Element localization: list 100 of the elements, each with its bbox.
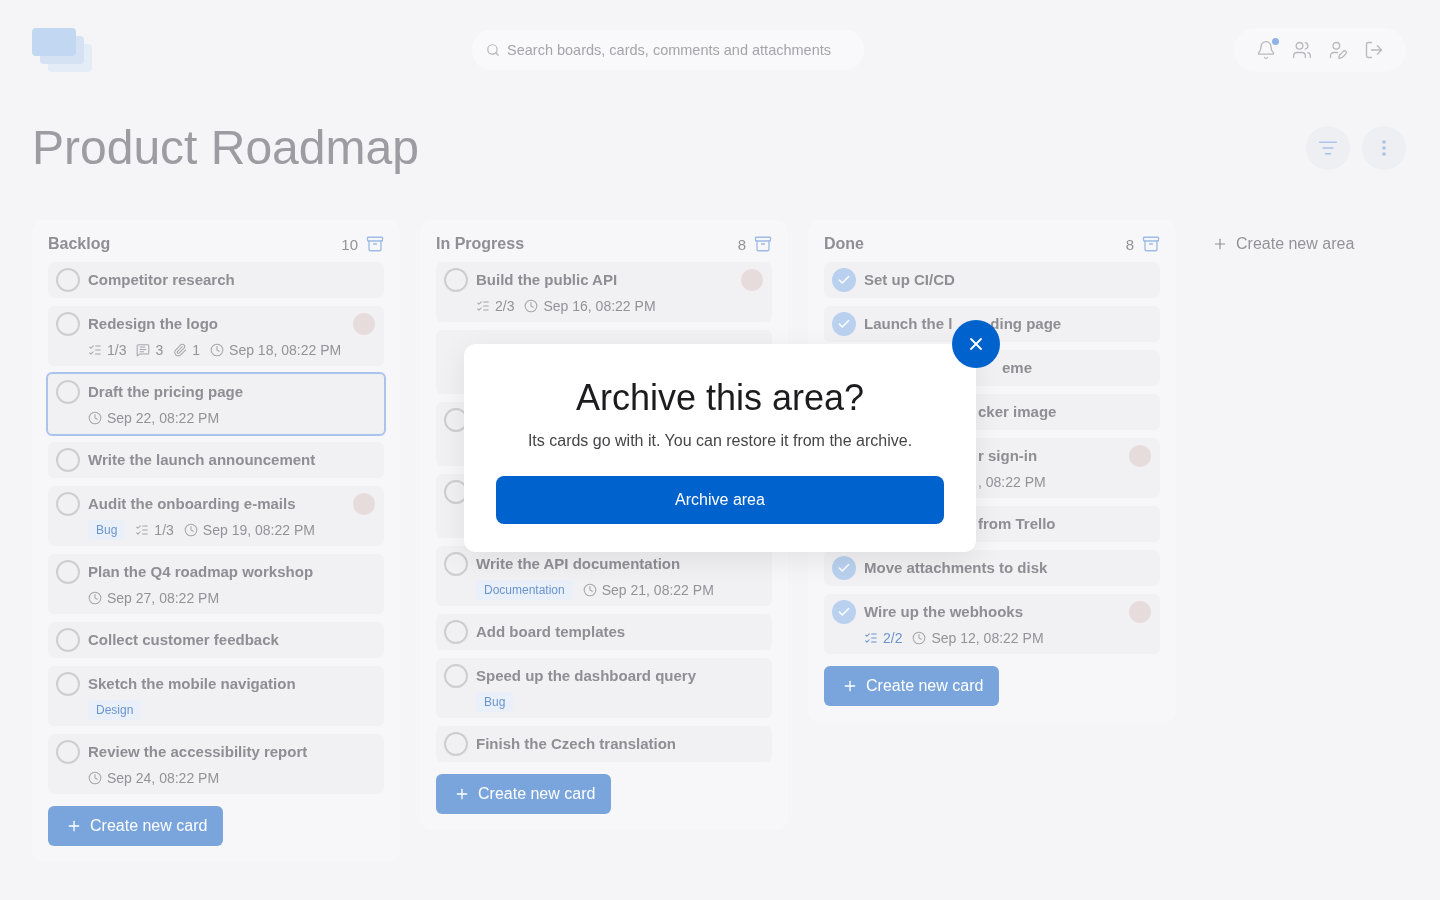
checkbox[interactable] — [832, 312, 856, 336]
search-field[interactable]: Search boards, cards, comments and attachments — [472, 30, 864, 70]
card-title: Set up CI/CD — [864, 270, 955, 290]
task-card[interactable]: Redesign the logo 1/3 3 1 Sep 18, 08:22 PM — [48, 306, 384, 366]
clock-icon — [88, 771, 102, 785]
card-title: Write the launch announcement — [88, 450, 316, 470]
filter-button[interactable] — [1306, 126, 1350, 170]
card-label: Documentation — [476, 580, 573, 600]
check-icon — [837, 561, 851, 575]
checkbox[interactable] — [56, 380, 80, 404]
comment-count: 3 — [155, 341, 164, 360]
task-card[interactable]: Finish the Czech translation — [436, 726, 772, 762]
archive-icon[interactable] — [754, 235, 772, 253]
task-card[interactable]: Audit the onboarding e-mails Bug 1/3 Sep 19, 08:22 PM — [48, 486, 384, 546]
card-title: Review the accessibility report — [88, 742, 308, 762]
checkbox[interactable] — [56, 268, 80, 292]
task-card[interactable]: Write the launch announcement — [48, 442, 384, 478]
card-title: cker image — [978, 402, 1057, 422]
card-title: from Trello — [978, 514, 1056, 534]
task-card[interactable]: Speed up the dashboard query Bug — [436, 658, 772, 718]
card-title: Collect customer feedback — [88, 630, 279, 650]
clock-icon — [582, 583, 597, 597]
plus-icon — [454, 786, 470, 802]
plus-icon — [842, 678, 858, 694]
checkbox[interactable] — [444, 664, 468, 688]
search-input[interactable]: Search boards, cards, comments and attachments — [507, 39, 852, 61]
due-date: Sep 24, 08:22 PM — [107, 769, 220, 788]
due-date: Sep 12, 08:22 PM — [931, 629, 1044, 648]
archive-button[interactable]: Archive area — [496, 476, 944, 524]
user-pen-icon[interactable] — [1328, 40, 1348, 60]
card-title: r sign-in — [978, 446, 1038, 466]
checkbox[interactable] — [832, 556, 856, 580]
checkbox[interactable] — [444, 620, 468, 644]
clock-icon — [912, 631, 927, 645]
checkbox[interactable] — [444, 268, 468, 292]
checkbox[interactable] — [56, 448, 80, 472]
task-card[interactable]: Move attachments to disk — [824, 550, 1160, 586]
checklist-progress: 1/3 — [107, 341, 127, 360]
checkbox[interactable] — [56, 312, 80, 336]
task-card[interactable]: Collect customer feedback — [48, 622, 384, 658]
task-card[interactable]: Set up CI/CD — [824, 262, 1160, 298]
card-title: ding page — [990, 314, 1062, 334]
filter-icon — [1318, 138, 1338, 158]
task-card[interactable]: Launch the l ding page — [824, 306, 1160, 342]
task-card[interactable]: Plan the Q4 roadmap workshop Sep 27, 08:22 PM — [48, 554, 384, 614]
task-card[interactable]: Sketch the mobile navigation Design — [48, 666, 384, 726]
clock-icon — [183, 523, 198, 537]
card-label: Design — [88, 700, 142, 720]
card-title: eme — [1002, 358, 1033, 378]
archive-icon[interactable] — [1142, 235, 1160, 253]
clock-icon — [88, 591, 102, 605]
more-button[interactable] — [1362, 126, 1406, 170]
checklist-icon — [864, 631, 878, 645]
comment-icon — [136, 343, 151, 357]
checkbox[interactable] — [56, 560, 80, 584]
checkbox[interactable] — [56, 740, 80, 764]
create-card-button[interactable]: Create new card — [436, 774, 612, 814]
column-title: Done — [824, 235, 864, 253]
users-icon[interactable] — [1292, 40, 1312, 60]
create-card-button[interactable]: Create new card — [48, 806, 224, 846]
checklist-icon — [135, 523, 150, 537]
create-card-button[interactable]: Create new card — [824, 666, 1000, 706]
checklist-icon — [476, 299, 490, 313]
task-card[interactable]: Write the API documentation Documentation Sep 21, 08:22 PM — [436, 546, 772, 606]
checkbox[interactable] — [56, 492, 80, 516]
checkbox[interactable] — [444, 552, 468, 576]
due-date: Sep 16, 08:22 PM — [543, 297, 656, 316]
task-card[interactable]: Draft the pricing page Sep 22, 08:22 PM — [46, 372, 386, 436]
task-card[interactable]: Add board templates — [436, 614, 772, 650]
card-title: Competitor research — [88, 270, 235, 290]
due-date: Sep 27, 08:22 PM — [107, 589, 220, 608]
due-date: Sep 22, 08:22 PM — [107, 409, 220, 428]
search-icon — [486, 43, 500, 57]
checklist-progress: 1/3 — [154, 521, 174, 540]
bell-icon[interactable] — [1256, 40, 1276, 60]
paperclip-icon — [173, 343, 188, 357]
create-area-button[interactable]: Create new area — [1212, 232, 1355, 256]
task-card[interactable]: Wire up the webhooks 2/2 Sep 12, 08:22 PM — [824, 594, 1160, 654]
task-card[interactable]: Build the public API 2/3 Sep 16, 08:22 PM — [436, 262, 772, 322]
archive-icon[interactable] — [366, 235, 384, 253]
checkbox[interactable] — [444, 732, 468, 756]
task-card[interactable]: Competitor research — [48, 262, 384, 298]
task-card[interactable]: Review the accessibility report Sep 24, 08:22 PM — [48, 734, 384, 794]
card-title: Finish the Czech translation — [476, 734, 677, 754]
checkbox[interactable] — [832, 268, 856, 292]
card-title: Plan the Q4 roadmap workshop — [88, 562, 314, 582]
due-date: Sep 18, 08:22 PM — [229, 341, 342, 360]
checkbox[interactable] — [56, 672, 80, 696]
checklist-icon — [88, 343, 102, 357]
column-title: Backlog — [48, 235, 111, 253]
checklist-progress: 2/3 — [495, 297, 515, 316]
check-icon — [837, 317, 851, 331]
checkbox[interactable] — [56, 628, 80, 652]
card-label: Bug — [476, 692, 514, 712]
card-title: Audit the onboarding e-mails — [88, 494, 296, 514]
checkbox[interactable] — [832, 600, 856, 624]
due-date: Sep 21, 08:22 PM — [601, 581, 714, 600]
logout-icon[interactable] — [1364, 40, 1384, 60]
card-title: Launch the l — [864, 314, 953, 334]
due-date: Sep 19, 08:22 PM — [202, 521, 315, 540]
